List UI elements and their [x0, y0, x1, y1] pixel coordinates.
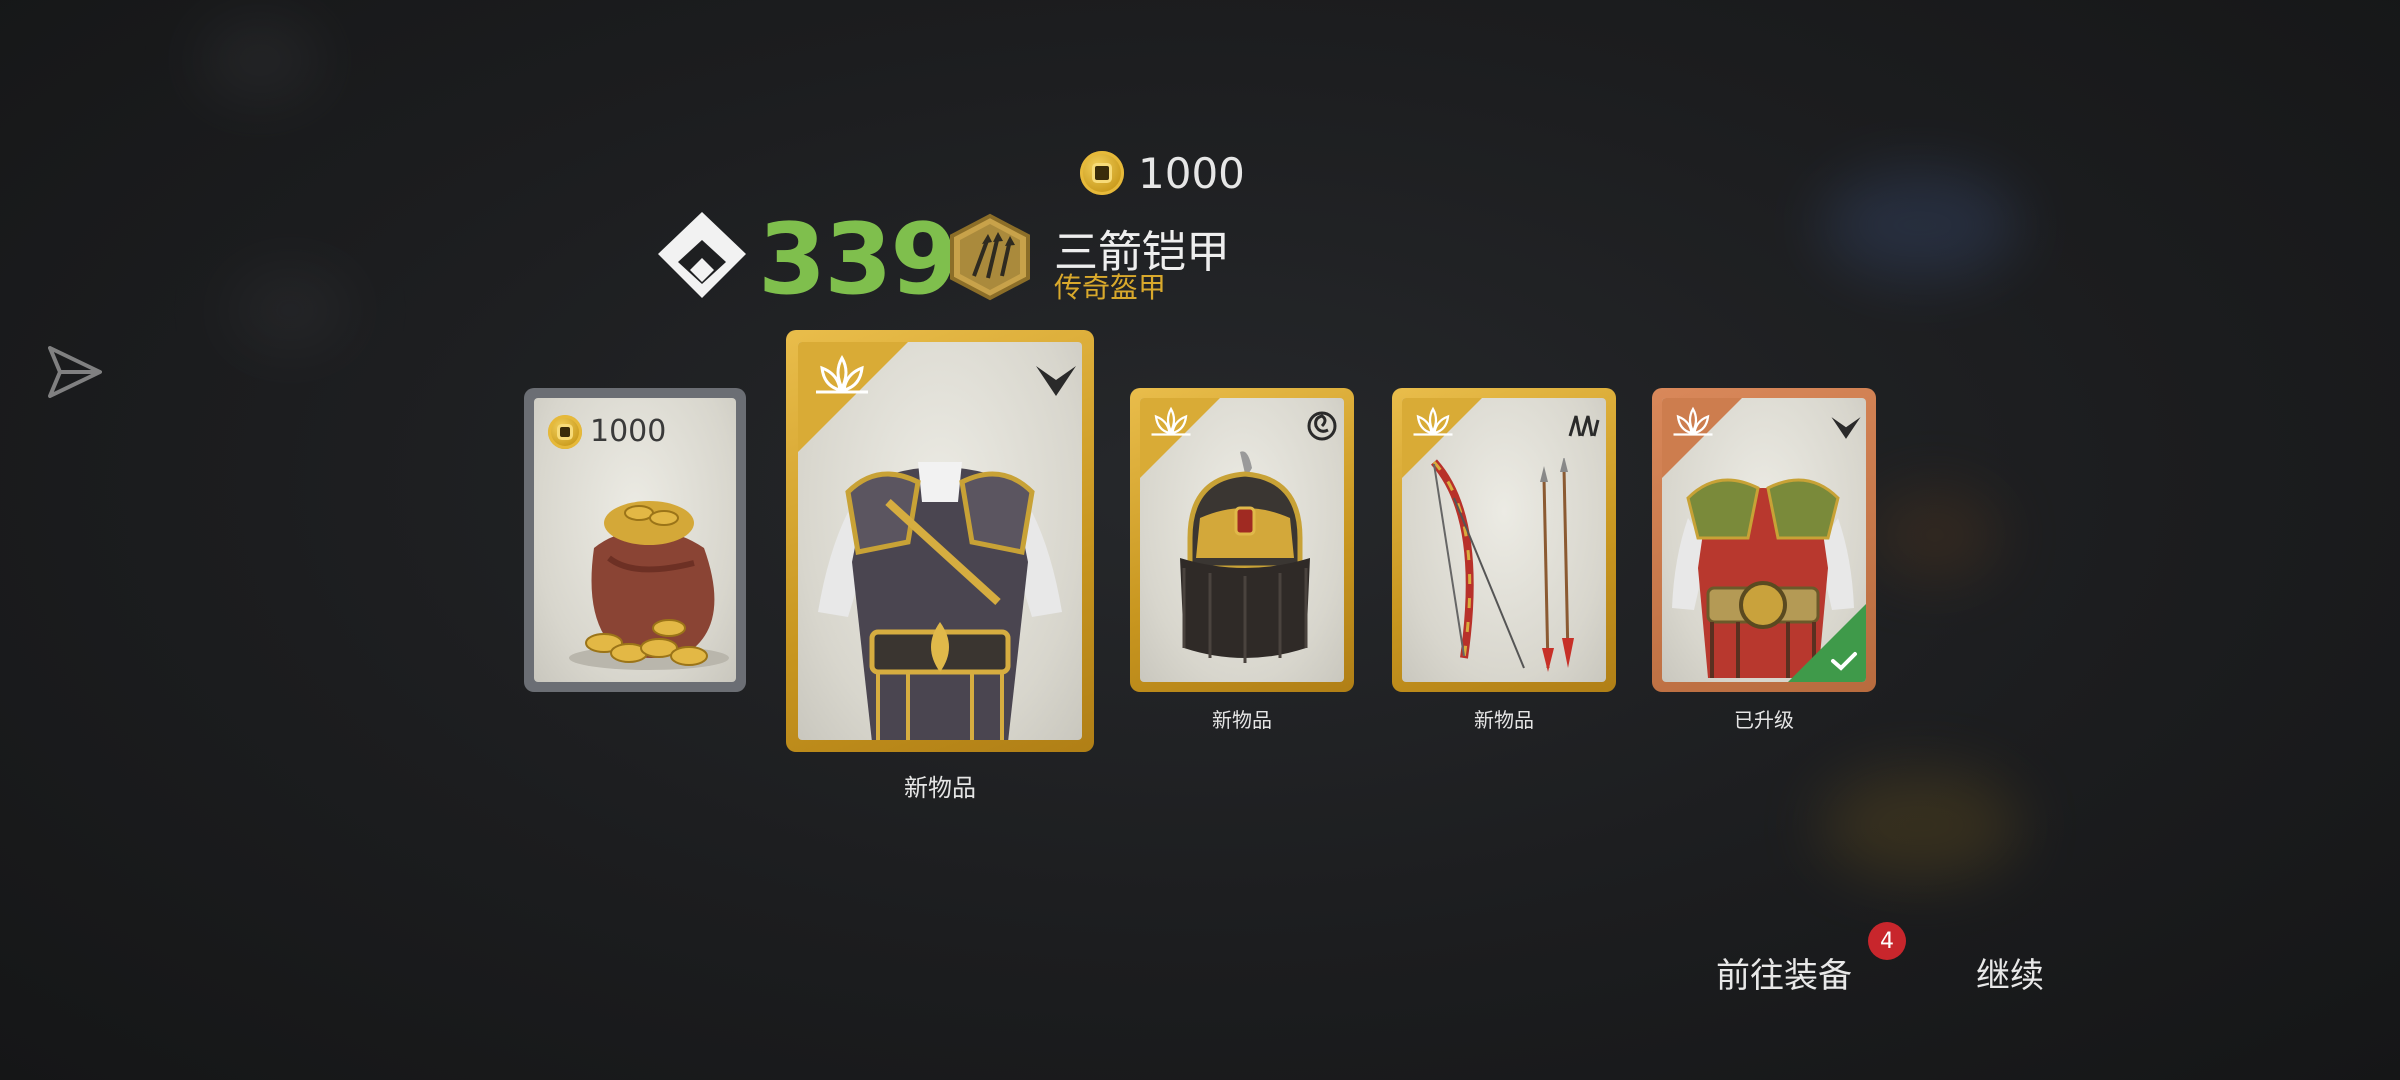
coin-bag-image [569, 501, 729, 670]
go-equip-label: 前往装备 [1716, 956, 1852, 996]
lotus-rarity-icon [816, 354, 868, 394]
lotus-rarity-icon [1673, 406, 1713, 436]
coin-icon [548, 414, 582, 449]
notification-badge: 4 [1868, 922, 1906, 960]
continue-button[interactable]: 继续 [1976, 948, 2044, 997]
reward-card-upgraded-armor[interactable] [1652, 388, 1876, 692]
helmet-image [1180, 451, 1310, 663]
background-blur [200, 20, 320, 100]
reward-card-helmet[interactable] [1130, 388, 1354, 692]
power-diamond-icon [656, 210, 748, 302]
reward-card-coins[interactable]: 1000 [524, 388, 746, 692]
background-blur [230, 270, 350, 350]
spiral-icon [1307, 411, 1337, 441]
go-equip-button[interactable]: 前往装备 [1716, 948, 1852, 997]
rank-chevron-icon [1036, 366, 1076, 396]
background-blur [1820, 770, 2020, 880]
reward-card-chest-armor[interactable] [786, 330, 1094, 752]
rank-chevron-icon [1831, 417, 1861, 439]
arrow-set-icon [948, 212, 1032, 302]
lotus-rarity-icon [1413, 406, 1453, 436]
currency-amount: 1000 [1138, 148, 1245, 198]
coin-icon [1080, 151, 1124, 195]
card-coin-amount: 1000 [548, 414, 666, 449]
share-icon[interactable] [42, 340, 108, 406]
background-blur [1820, 170, 2020, 280]
reward-card-bow[interactable] [1392, 388, 1616, 692]
card-label: 已升级 [1734, 708, 1794, 732]
chest-armor-image [818, 462, 1062, 740]
card-label: 新物品 [904, 774, 976, 802]
set-rarity: 传奇盔甲 [1054, 271, 1167, 304]
triple-arrow-icon [1568, 415, 1600, 437]
continue-label: 继续 [1976, 956, 2044, 996]
currency-display: 1000 [1080, 148, 1245, 198]
bow-arrows-image [1430, 458, 1574, 672]
power-score: 339 [758, 203, 959, 317]
card-label: 新物品 [1474, 708, 1534, 732]
lotus-rarity-icon [1151, 406, 1191, 436]
background-blur [1870, 490, 2000, 580]
checkmark-icon [1831, 652, 1857, 671]
card-label: 新物品 [1212, 708, 1272, 732]
